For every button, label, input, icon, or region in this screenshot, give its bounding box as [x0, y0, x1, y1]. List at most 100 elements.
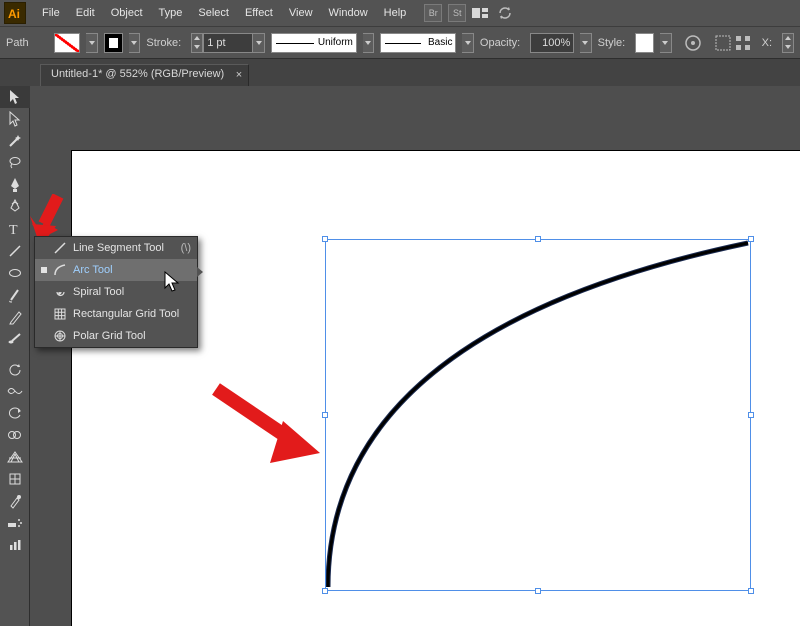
svg-text:T: T: [9, 223, 18, 236]
menu-right-icons: Br St: [424, 4, 514, 22]
flyout-item-rect-grid[interactable]: Rectangular Grid Tool: [35, 303, 197, 325]
opacity-label: Opacity:: [480, 37, 520, 49]
graphic-style-swatch[interactable]: [635, 33, 654, 53]
width-tool[interactable]: [0, 380, 30, 402]
arrange-icon[interactable]: [472, 4, 490, 22]
rotate-tool[interactable]: [0, 358, 30, 380]
mesh-tool[interactable]: [0, 468, 30, 490]
line-segment-tool[interactable]: [0, 240, 30, 262]
brush-dropdown[interactable]: [462, 33, 473, 53]
menu-effect[interactable]: Effect: [237, 4, 281, 22]
flyout-item-arc[interactable]: Arc Tool: [35, 259, 197, 281]
style-label: Style:: [598, 37, 626, 49]
menu-view[interactable]: View: [281, 4, 321, 22]
document-tab-bar: Untitled-1* @ 552% (RGB/Preview) ×: [0, 58, 800, 86]
flyout-label-polar-grid: Polar Grid Tool: [73, 330, 146, 342]
handle-se[interactable]: [748, 588, 754, 594]
flyout-item-line-segment[interactable]: Line Segment Tool (\): [35, 237, 197, 259]
opacity-dropdown[interactable]: [580, 33, 591, 53]
variable-width-label: Uniform: [318, 37, 353, 48]
curvature-tool[interactable]: [0, 196, 30, 218]
menu-file[interactable]: File: [34, 4, 68, 22]
handle-s[interactable]: [535, 588, 541, 594]
handle-sw[interactable]: [322, 588, 328, 594]
flyout-label-arc: Arc Tool: [73, 264, 113, 276]
spiral-icon: [53, 285, 67, 299]
handle-e[interactable]: [748, 412, 754, 418]
canvas[interactable]: [30, 86, 800, 626]
selection-box: [325, 239, 751, 591]
handle-w[interactable]: [322, 412, 328, 418]
column-graph-tool[interactable]: [0, 534, 30, 556]
brush-label: Basic: [428, 37, 452, 48]
flyout-label-line: Line Segment Tool: [73, 242, 164, 254]
stock-icon[interactable]: St: [448, 4, 466, 22]
menu-edit[interactable]: Edit: [68, 4, 103, 22]
x-label: X:: [762, 37, 772, 49]
flyout-label-rect-grid: Rectangular Grid Tool: [73, 308, 179, 320]
tool-panel: T: [0, 86, 30, 626]
eyedropper-tool[interactable]: [0, 490, 30, 512]
menu-select[interactable]: Select: [190, 4, 237, 22]
pen-tool[interactable]: [0, 174, 30, 196]
polar-grid-icon: [53, 329, 67, 343]
stroke-dropdown[interactable]: [129, 33, 140, 53]
document-tab[interactable]: Untitled-1* @ 552% (RGB/Preview) ×: [40, 64, 249, 86]
handle-ne[interactable]: [748, 236, 754, 242]
sync-icon[interactable]: [496, 4, 514, 22]
current-tool-dot-icon: [41, 267, 47, 273]
transform-icon[interactable]: [734, 34, 752, 52]
arc-icon: [53, 263, 67, 277]
opacity-input[interactable]: [530, 33, 574, 53]
stroke-label: Stroke:: [146, 37, 181, 49]
handle-nw[interactable]: [322, 236, 328, 242]
graphic-style-dropdown[interactable]: [660, 33, 671, 53]
variable-width-dropdown[interactable]: [363, 33, 374, 53]
stroke-weight-dropdown[interactable]: [253, 33, 265, 53]
brush-definition[interactable]: Basic: [380, 33, 456, 53]
paintbrush-tool[interactable]: [0, 284, 30, 306]
app-logo-icon: Ai: [4, 2, 26, 24]
svg-text:Ai: Ai: [8, 7, 20, 21]
lasso-tool[interactable]: [0, 152, 30, 174]
handle-n[interactable]: [535, 236, 541, 242]
selection-type-label: Path: [6, 37, 44, 49]
flyout-label-spiral: Spiral Tool: [73, 286, 124, 298]
perspective-grid-tool[interactable]: [0, 446, 30, 468]
flyout-kb-line: (\): [181, 242, 191, 254]
x-input[interactable]: [782, 33, 794, 53]
menu-bar: Ai File Edit Object Type Select Effect V…: [0, 0, 800, 26]
type-tool[interactable]: T: [0, 218, 30, 240]
menu-help[interactable]: Help: [376, 4, 415, 22]
control-bar: Path Stroke: 1 pt Uniform Basic Opacity:…: [0, 26, 800, 58]
document-tab-label: Untitled-1* @ 552% (RGB/Preview): [51, 68, 224, 80]
flyout-tearoff-icon[interactable]: [197, 267, 203, 277]
artboard: [72, 151, 800, 626]
flyout-item-polar-grid[interactable]: Polar Grid Tool: [35, 325, 197, 347]
align-icon[interactable]: [714, 34, 732, 52]
menu-window[interactable]: Window: [321, 4, 376, 22]
line-icon: [53, 241, 67, 255]
blob-brush-tool[interactable]: [0, 328, 30, 350]
rectangle-tool[interactable]: [0, 262, 30, 284]
rect-grid-icon: [53, 307, 67, 321]
shape-builder-tool[interactable]: [0, 424, 30, 446]
line-tool-flyout: Line Segment Tool (\) Arc Tool Spiral To…: [34, 236, 198, 348]
menu-type[interactable]: Type: [151, 4, 191, 22]
tab-close-icon[interactable]: ×: [236, 69, 242, 81]
recolor-icon[interactable]: [684, 34, 702, 52]
direct-selection-tool[interactable]: [0, 108, 30, 130]
stroke-weight-input[interactable]: 1 pt: [191, 33, 265, 53]
variable-width-profile[interactable]: Uniform: [271, 33, 357, 53]
menu-object[interactable]: Object: [103, 4, 151, 22]
pencil-tool[interactable]: [0, 306, 30, 328]
free-transform-tool[interactable]: [0, 402, 30, 424]
flyout-item-spiral[interactable]: Spiral Tool: [35, 281, 197, 303]
bridge-icon[interactable]: Br: [424, 4, 442, 22]
fill-dropdown[interactable]: [86, 33, 97, 53]
stroke-swatch[interactable]: [104, 33, 123, 53]
fill-swatch[interactable]: [54, 33, 81, 53]
magic-wand-tool[interactable]: [0, 130, 30, 152]
symbol-sprayer-tool[interactable]: [0, 512, 30, 534]
selection-tool[interactable]: [0, 86, 30, 108]
